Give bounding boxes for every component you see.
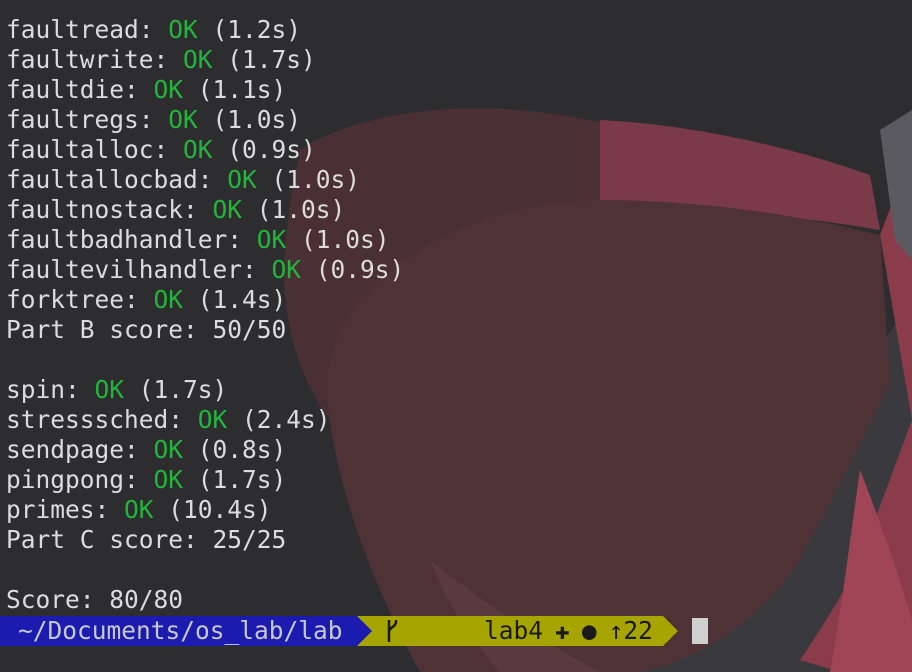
- separator: :: [153, 45, 184, 74]
- separator: :: [168, 405, 198, 434]
- test-name: faultbadhandler: [6, 225, 228, 254]
- separator: :: [138, 105, 169, 134]
- separator: :: [124, 435, 154, 464]
- prompt-path-segment: ~/Documents/os_lab/lab: [0, 616, 357, 646]
- test-time: (1.0s): [286, 225, 390, 254]
- terminal-line: faultwrite: OK (1.7s): [6, 45, 404, 75]
- test-status: OK: [168, 105, 198, 134]
- test-name: spin: [6, 375, 66, 404]
- terminal-line: forktree: OK (1.4s): [6, 285, 404, 315]
- separator: :: [65, 375, 95, 404]
- terminal-line: faultevilhandler: OK (0.9s): [6, 255, 404, 285]
- terminal-line: primes: OK (10.4s): [6, 495, 404, 525]
- line-text: Score: 80/80: [6, 585, 184, 614]
- terminal-cursor[interactable]: [691, 618, 708, 644]
- terminal-output: faultread: OK (1.2s) faultwrite: OK (1.7s…: [6, 15, 404, 615]
- test-name: faultread: [6, 15, 139, 44]
- separator: :: [183, 195, 213, 224]
- test-time: (0.9s): [301, 255, 405, 284]
- git-staged-indicator: ✚: [555, 616, 570, 645]
- test-time: (0.8s): [183, 435, 287, 464]
- test-name: faultregs: [6, 105, 139, 134]
- test-time: (1.7s): [183, 465, 287, 494]
- test-time: (1.7s): [124, 375, 228, 404]
- powerline-separator-icon: [356, 616, 372, 646]
- test-status: OK: [183, 135, 213, 164]
- terminal-line: faultalloc: OK (0.9s): [6, 135, 404, 165]
- test-time: (1.0s): [242, 195, 346, 224]
- test-status: OK: [183, 45, 213, 74]
- test-status: OK: [168, 15, 198, 44]
- git-branch-icon: [384, 558, 473, 672]
- test-status: OK: [212, 195, 243, 224]
- test-status: OK: [153, 465, 184, 494]
- terminal-line: spin: OK (1.7s): [6, 375, 404, 405]
- line-text: Part C score: 25/25: [6, 525, 287, 554]
- terminal-line: Part C score: 25/25: [6, 525, 404, 555]
- powerline-end-icon: [662, 616, 678, 646]
- terminal-line: stresssched: OK (2.4s): [6, 405, 404, 435]
- separator: :: [124, 285, 154, 314]
- git-ahead-count: ↑22: [608, 616, 653, 645]
- separator: :: [227, 225, 257, 254]
- test-status: OK: [227, 165, 257, 194]
- separator: :: [138, 15, 169, 44]
- shell-prompt: ~/Documents/os_lab/lab lab4 ✚ ● ↑22: [0, 616, 708, 646]
- test-time: (0.9s): [212, 135, 316, 164]
- test-name: faultevilhandler: [6, 255, 243, 284]
- test-name: primes: [6, 495, 95, 524]
- test-name: faultalloc: [6, 135, 154, 164]
- test-status: OK: [153, 75, 184, 104]
- test-name: faultnostack: [6, 195, 184, 224]
- terminal-line: faultallocbad: OK (1.0s): [6, 165, 404, 195]
- terminal-line: pingpong: OK (1.7s): [6, 465, 404, 495]
- test-status: OK: [124, 495, 154, 524]
- test-status: OK: [153, 285, 184, 314]
- terminal-line: faultread: OK (1.2s): [6, 15, 404, 45]
- terminal-line: faultdie: OK (1.1s): [6, 75, 404, 105]
- test-time: (1.0s): [256, 165, 361, 194]
- test-name: sendpage: [6, 435, 125, 464]
- terminal-line: Part B score: 50/50: [6, 315, 404, 345]
- terminal-line: sendpage: OK (0.8s): [6, 435, 404, 465]
- terminal-line: faultbadhandler: OK (1.0s): [6, 225, 404, 255]
- test-name: forktree: [6, 285, 125, 314]
- test-name: faultallocbad: [6, 165, 198, 194]
- test-time: (2.4s): [227, 405, 331, 434]
- test-name: faultwrite: [6, 45, 154, 74]
- test-time: (1.4s): [183, 285, 287, 314]
- terminal-line: Score: 80/80: [6, 585, 404, 615]
- line-text: Part B score: 50/50: [6, 315, 287, 344]
- prompt-path: ~/Documents/os_lab/lab: [18, 616, 343, 645]
- test-time: (10.4s): [153, 495, 272, 524]
- test-name: pingpong: [6, 465, 125, 494]
- test-name: stresssched: [6, 405, 169, 434]
- test-status: OK: [153, 435, 184, 464]
- test-name: faultdie: [6, 75, 125, 104]
- git-branch-name: lab4: [484, 616, 544, 645]
- separator: :: [94, 495, 125, 524]
- test-time: (1.1s): [183, 75, 287, 104]
- test-time: (1.7s): [212, 45, 316, 74]
- prompt-git-segment: lab4 ✚ ● ↑22: [371, 616, 663, 646]
- terminal-line: faultnostack: OK (1.0s): [6, 195, 404, 225]
- separator: :: [197, 165, 228, 194]
- separator: :: [124, 465, 154, 494]
- separator: :: [124, 75, 154, 104]
- git-dirty-indicator: ●: [581, 616, 597, 645]
- separator: :: [242, 255, 272, 284]
- test-time: (1.0s): [197, 105, 302, 134]
- terminal-line: faultregs: OK (1.0s): [6, 105, 404, 135]
- test-status: OK: [94, 375, 125, 404]
- separator: :: [153, 135, 184, 164]
- test-status: OK: [197, 405, 228, 434]
- test-status: OK: [256, 225, 287, 254]
- test-status: OK: [271, 255, 302, 284]
- test-time: (1.2s): [197, 15, 302, 44]
